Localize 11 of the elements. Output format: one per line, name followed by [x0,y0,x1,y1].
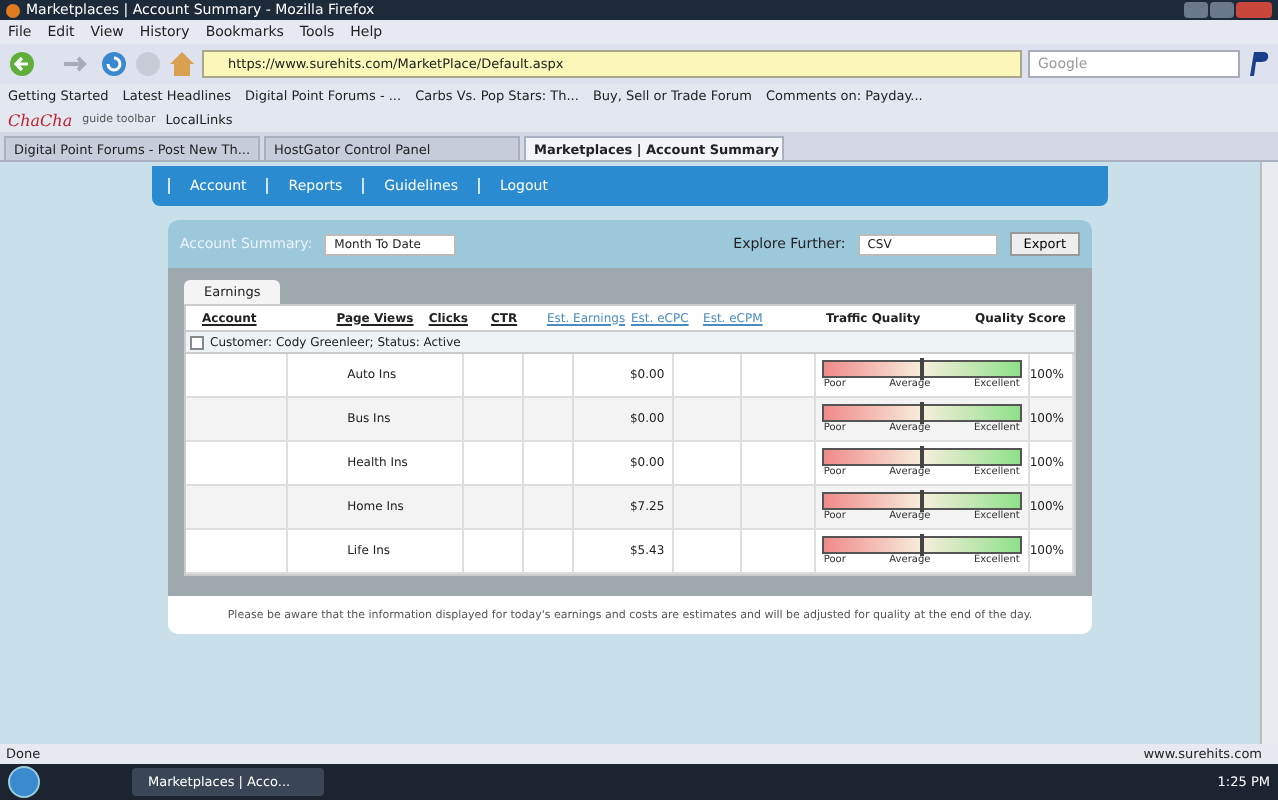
home-icon[interactable] [168,50,196,78]
minimize-button[interactable] [1184,2,1208,18]
reload-icon[interactable] [100,50,128,78]
browser-icon [6,3,20,17]
maximize-button[interactable] [1210,2,1234,18]
close-button[interactable] [1236,2,1272,18]
toolbar-logo: ChaCha [8,111,73,129]
paypal-icon[interactable] [1246,50,1270,78]
start-button[interactable] [8,766,40,798]
collapse-icon[interactable] [190,335,204,349]
scrollbar[interactable] [1260,162,1278,744]
